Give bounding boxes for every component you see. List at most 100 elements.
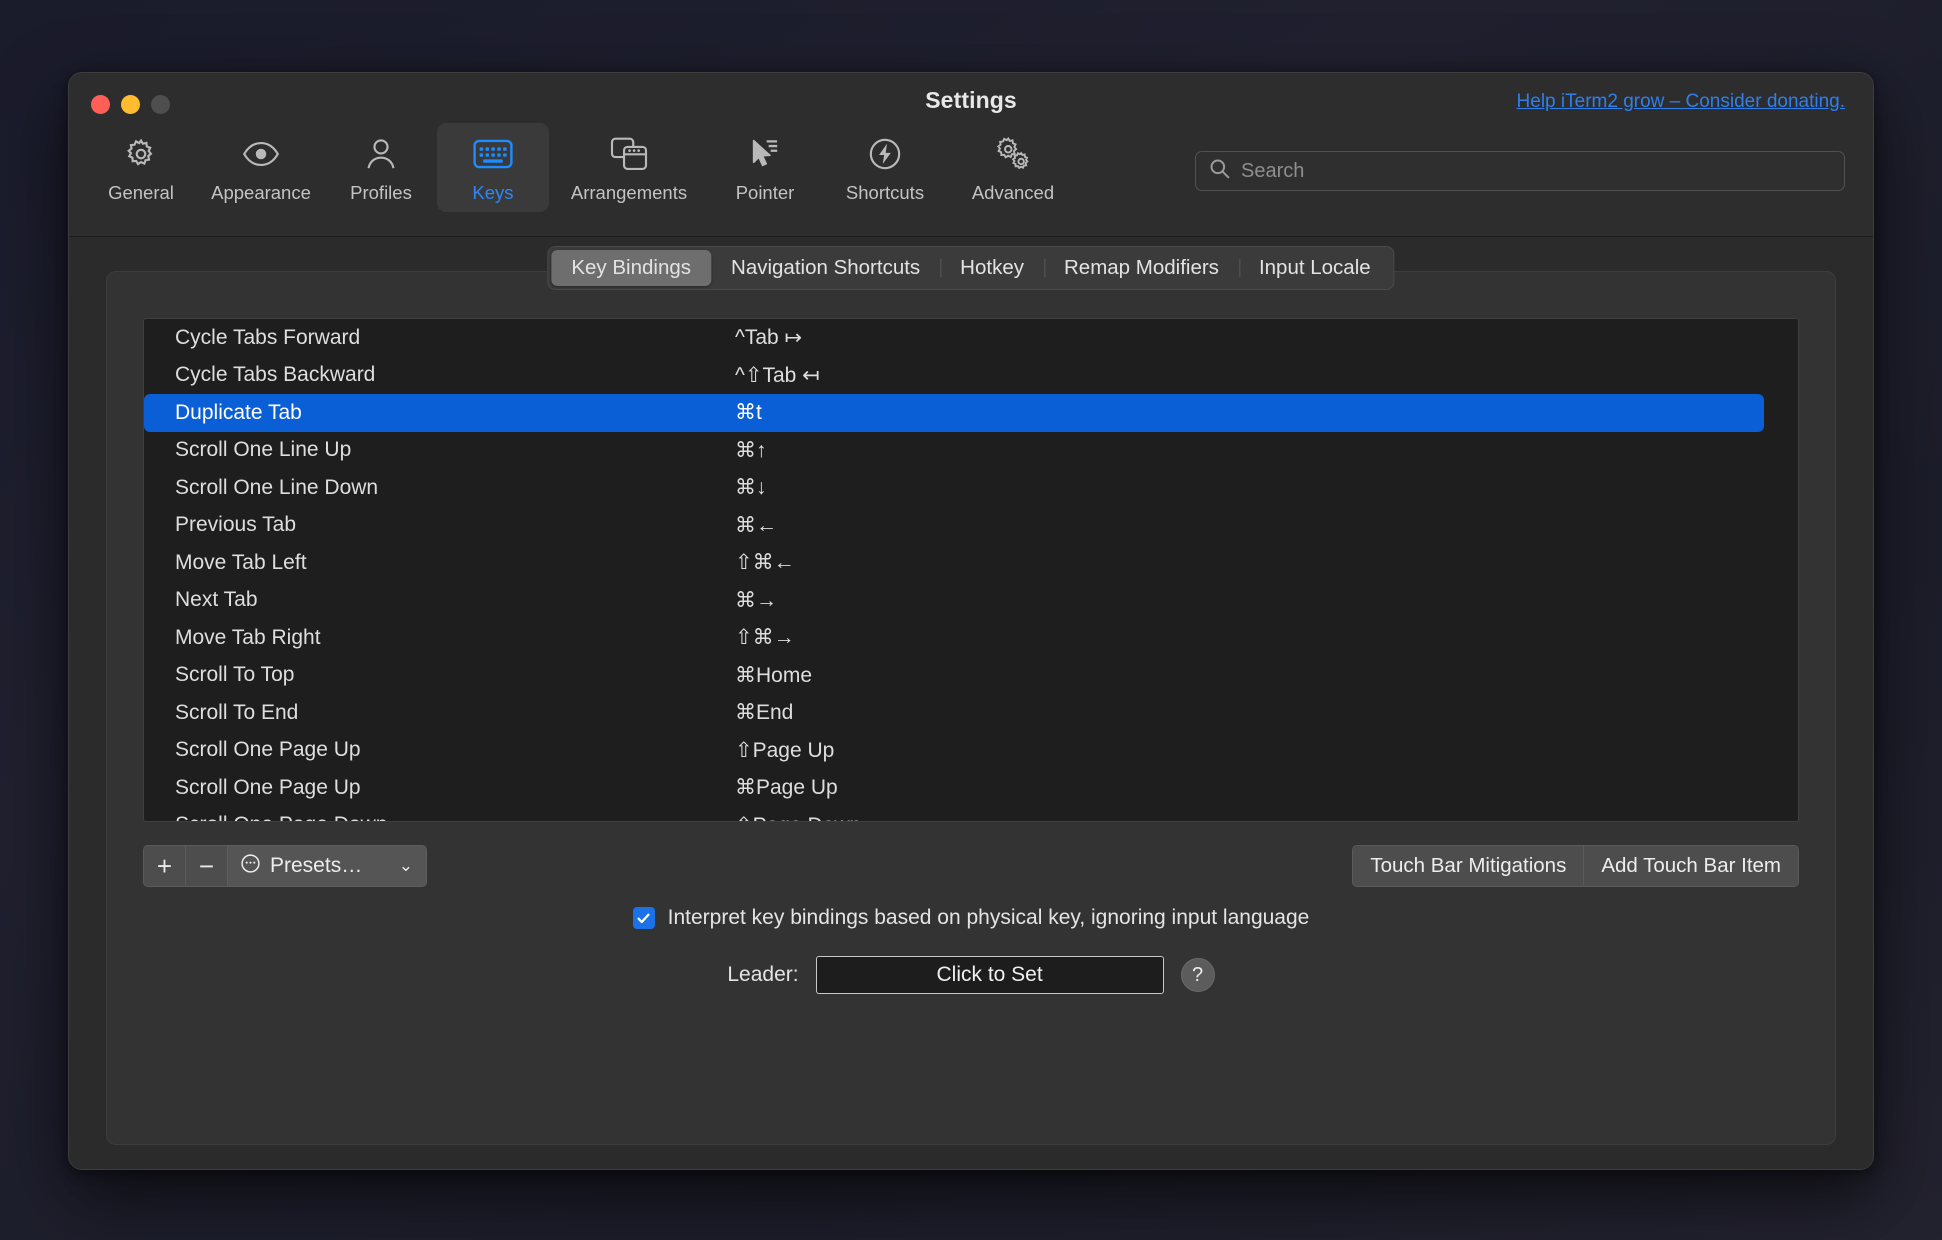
table-row[interactable]: Scroll One Line Down ⌘↓ <box>144 469 1798 507</box>
toolbar-item-label: Advanced <box>971 182 1055 203</box>
table-row[interactable]: Cycle Tabs Backward ^⇧Tab ↤ <box>144 357 1798 395</box>
chevron-down-icon: ⌄ <box>398 856 413 875</box>
ellipsis-circle-icon <box>240 853 261 880</box>
help-button[interactable]: ? <box>1180 958 1215 992</box>
binding-action: Move Tab Right <box>175 625 321 649</box>
binding-keys: ⌘↓ <box>735 476 767 500</box>
toolbar-item-label: Pointer <box>735 182 795 203</box>
tab-label: Navigation Shortcuts <box>731 256 921 279</box>
add-touch-bar-item-button[interactable]: Add Touch Bar Item <box>1583 845 1799 887</box>
binding-keys: ^Tab ↦ <box>735 326 803 350</box>
presets-dropdown[interactable]: Presets… ⌄ <box>227 845 427 887</box>
touch-bar-buttons: Touch Bar Mitigations Add Touch Bar Item <box>1352 845 1799 887</box>
table-row[interactable]: Move Tab Left ⇧⌘← <box>144 544 1798 582</box>
binding-action: Scroll One Line Down <box>175 475 379 499</box>
table-row-selected[interactable]: Duplicate Tab ⌘t <box>144 394 1764 432</box>
tab-label: Key Bindings <box>571 256 692 279</box>
key-bindings-list[interactable]: Cycle Tabs Forward ^Tab ↦ Cycle Tabs Bac… <box>143 318 1799 822</box>
binding-action: Scroll To Top <box>175 663 295 687</box>
toolbar-item-label: Keys <box>472 182 514 203</box>
binding-action: Scroll One Page Up <box>175 775 361 799</box>
search-icon <box>1209 158 1230 184</box>
binding-keys: ⌘← <box>735 513 777 537</box>
binding-keys: ⌘Page Up <box>735 776 838 800</box>
keys-tabbar: Key Bindings Navigation Shortcuts Hotkey… <box>547 246 1395 290</box>
search-box[interactable] <box>1195 151 1845 191</box>
leader-row: Leader: Click to Set ? <box>107 956 1835 994</box>
binding-action: Move Tab Left <box>175 550 307 574</box>
tab-label: Remap Modifiers <box>1063 256 1219 279</box>
table-row[interactable]: Scroll One Line Up ⌘↑ <box>144 432 1798 470</box>
table-row[interactable]: Scroll To Top ⌘Home <box>144 657 1798 695</box>
table-row[interactable]: Scroll To End ⌘End <box>144 694 1798 732</box>
toolbar-item-appearance[interactable]: Appearance <box>197 123 325 212</box>
search-input[interactable] <box>1241 159 1831 183</box>
leader-set-field[interactable]: Click to Set <box>815 956 1164 994</box>
toolbar-item-label: Profiles <box>350 182 412 203</box>
tab-input-locale[interactable]: Input Locale <box>1238 250 1391 286</box>
table-row[interactable]: Next Tab ⌘→ <box>144 582 1798 620</box>
binding-action: Scroll One Page Down <box>175 813 735 821</box>
windows-icon <box>610 133 648 175</box>
toolbar-item-pointer[interactable]: Pointer <box>709 123 821 212</box>
binding-keys: ⇧⌘← <box>735 551 795 575</box>
touch-bar-mitigations-button[interactable]: Touch Bar Mitigations <box>1352 845 1584 887</box>
binding-action: Cycle Tabs Backward <box>175 363 376 387</box>
tab-label: Input Locale <box>1258 256 1371 279</box>
table-row[interactable]: Move Tab Right ⇧⌘→ <box>144 619 1798 657</box>
toolbar-item-profiles[interactable]: Profiles <box>325 123 437 212</box>
remove-binding-button[interactable]: − <box>185 845 227 887</box>
toolbar-item-arrangements[interactable]: Arrangements <box>549 123 709 212</box>
binding-keys: ⌘→ <box>735 588 777 612</box>
toolbar-item-shortcuts[interactable]: Shortcuts <box>821 123 949 212</box>
binding-action: Next Tab <box>175 588 258 612</box>
toolbar-items: General Appearance Profiles Keys Arrange… <box>85 123 1077 212</box>
interpret-keys-label: Interpret key bindings based on physical… <box>667 906 1310 929</box>
binding-action: Scroll To End <box>175 700 299 724</box>
binding-keys: ⌘Home <box>735 663 813 687</box>
tab-hotkey[interactable]: Hotkey <box>940 250 1044 286</box>
binding-action: Cycle Tabs Forward <box>175 325 361 349</box>
tab-remap-modifiers[interactable]: Remap Modifiers <box>1043 250 1239 286</box>
window-toolbar: Settings Help iTerm2 grow – Consider don… <box>69 73 1873 237</box>
interpret-keys-row: Interpret key bindings based on physical… <box>107 906 1835 930</box>
table-row[interactable]: Scroll One Page Up ⇧Page Up <box>144 732 1798 770</box>
gear-icon <box>124 133 158 175</box>
toolbar-item-label: Arrangements <box>570 182 688 203</box>
list-controls: + − Presets… ⌄ Touch Bar Mitigations Add… <box>143 844 1799 888</box>
binding-action: Scroll One Line Up <box>175 438 352 462</box>
settings-content: Key Bindings Navigation Shortcuts Hotkey… <box>69 237 1873 1169</box>
toolbar-item-label: General <box>108 182 174 203</box>
toolbar-item-keys[interactable]: Keys <box>437 123 549 212</box>
add-binding-button[interactable]: + <box>143 845 185 887</box>
tab-navigation-shortcuts[interactable]: Navigation Shortcuts <box>711 250 940 286</box>
table-row[interactable]: Previous Tab ⌘← <box>144 507 1798 545</box>
binding-keys: ⌘t <box>735 401 762 425</box>
keys-panel: Key Bindings Navigation Shortcuts Hotkey… <box>106 246 1836 1145</box>
gears-icon <box>994 133 1032 175</box>
binding-action: Scroll One Page Up <box>175 738 361 762</box>
settings-window: Settings Help iTerm2 grow – Consider don… <box>68 72 1874 1170</box>
eye-icon <box>242 133 280 175</box>
toolbar-item-label: Shortcuts <box>845 182 925 203</box>
donate-link[interactable]: Help iTerm2 grow – Consider donating. <box>1517 91 1845 113</box>
binding-keys: ⇧⌘→ <box>735 626 795 650</box>
bolt-circle-icon <box>868 133 902 175</box>
toolbar-item-general[interactable]: General <box>85 123 197 212</box>
toolbar-item-advanced[interactable]: Advanced <box>949 123 1077 212</box>
binding-keys: ⇧Page Up <box>735 738 835 762</box>
tab-label: Hotkey <box>960 256 1024 279</box>
cursor-icon <box>748 133 782 175</box>
binding-keys: ^⇧Tab ↤ <box>735 363 820 387</box>
tab-key-bindings[interactable]: Key Bindings <box>551 250 712 286</box>
interpret-keys-checkbox[interactable] <box>632 907 655 929</box>
table-row[interactable]: Cycle Tabs Forward ^Tab ↦ <box>144 319 1798 357</box>
toolbar-item-label: Appearance <box>211 182 311 203</box>
binding-keys: ⌘End <box>735 701 794 725</box>
table-row[interactable]: Scroll One Page Down ⇧Page Down <box>144 807 1798 821</box>
binding-keys: ⌘↑ <box>735 438 767 462</box>
table-row[interactable]: Scroll One Page Up ⌘Page Up <box>144 769 1798 807</box>
presets-label: Presets… <box>270 854 363 877</box>
add-remove-presets-group: + − Presets… ⌄ <box>143 845 427 887</box>
binding-keys: ⇧Page Down <box>735 813 861 821</box>
